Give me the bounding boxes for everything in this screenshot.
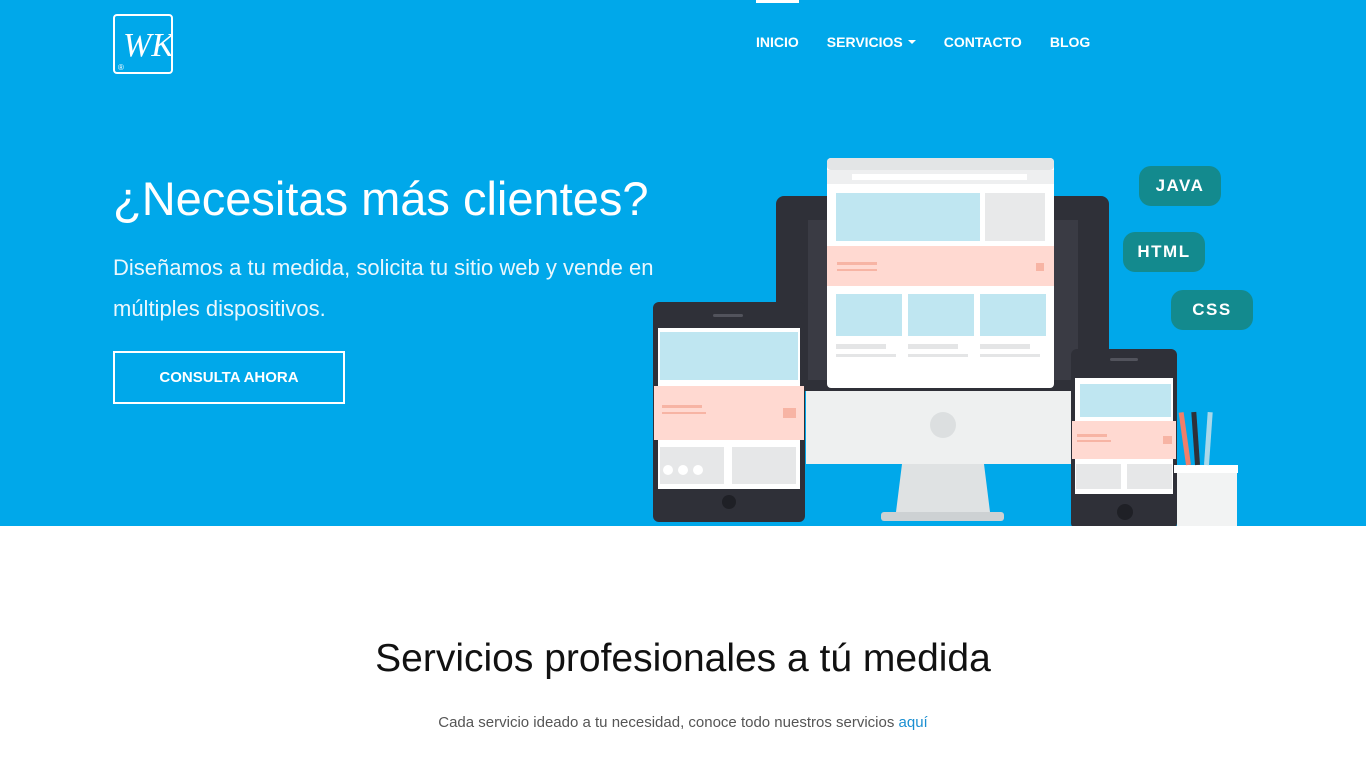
hero-subtitle: Diseñamos a tu medida, solicita tu sitio…: [113, 255, 654, 321]
nav-label: INICIO: [756, 34, 799, 50]
services-description-text: Cada servicio ideado a tu necesidad, con…: [438, 714, 895, 731]
nav-label: BLOG: [1049, 34, 1091, 50]
hero-section: WK ® INICIO SERVICIOS CONTACTO BLOG ¿Nec…: [0, 0, 1366, 526]
css-tag: CSS: [1171, 290, 1253, 330]
services-title: Servicios profesionales a tú medida: [375, 637, 991, 680]
pencil-cup-icon: [1177, 465, 1237, 526]
logo-mark: ®: [118, 63, 124, 72]
logo-icon: WK ®: [118, 27, 176, 72]
chevron-down-icon: [907, 40, 916, 45]
nav-item-blog[interactable]: BLOG: [1036, 0, 1104, 84]
nav-item-inicio[interactable]: INICIO: [742, 0, 813, 84]
services-link[interactable]: aquí: [899, 714, 928, 731]
devices-illustration: [653, 158, 1238, 526]
logo[interactable]: WK ®: [113, 14, 176, 74]
hero-title: ¿Necesitas más clientes?: [113, 172, 649, 225]
main-nav: INICIO SERVICIOS CONTACTO BLOG: [742, 0, 1104, 84]
nav-label: SERVICIOS: [826, 34, 903, 50]
consulta-ahora-button[interactable]: CONSULTA AHORA: [113, 351, 345, 404]
nav-item-servicios[interactable]: SERVICIOS: [813, 0, 930, 84]
html-tag: HTML: [1123, 232, 1205, 272]
nav-item-contacto[interactable]: CONTACTO: [930, 0, 1036, 84]
java-tag: JAVA: [1139, 166, 1221, 206]
logo-text: WK: [123, 27, 171, 64]
nav-label: CONTACTO: [943, 34, 1022, 50]
services-description: Cada servicio ideado a tu necesidad, con…: [0, 714, 1366, 731]
